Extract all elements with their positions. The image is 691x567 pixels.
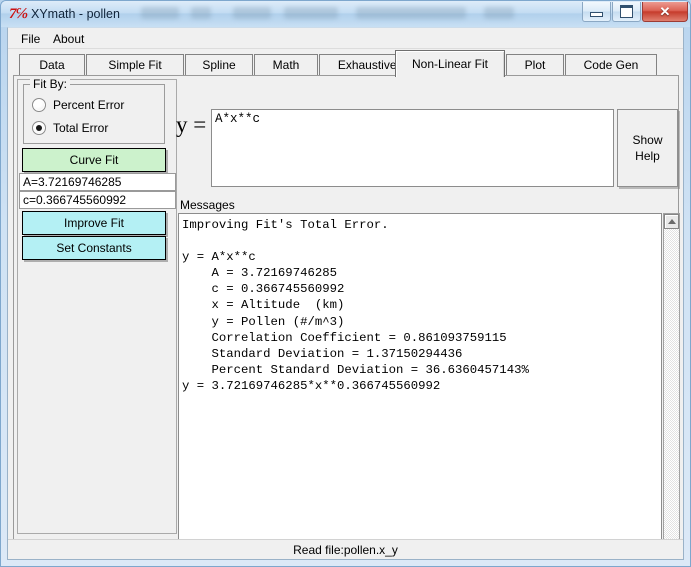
messages-text: Improving Fit's Total Error. y = A*x**c … [179,214,661,394]
maximize-button[interactable] [612,2,641,22]
xymath-percent-icon: 7℅ [9,5,27,23]
show-help-line1: Show [632,132,662,148]
window-controls: ✕ [582,2,688,22]
glass-ghost-3 [233,7,271,19]
minimize-icon [583,2,610,21]
status-bar-text: Read file:pollen.x_y [293,543,398,557]
radio-percent-error-indicator [32,98,46,112]
glass-ghost-2 [191,7,211,19]
glass-ghost-1 [141,7,179,19]
left-control-panel: Fit By: Percent Error Total Error Curve … [17,79,177,534]
title-bar[interactable]: 7℅ XYmath - pollen ✕ [1,1,690,27]
close-button[interactable]: ✕ [642,2,688,22]
tab-data[interactable]: Data [19,54,85,76]
radio-percent-error-label: Percent Error [53,98,124,112]
scroll-up-icon[interactable] [664,214,679,229]
fit-by-group: Fit By: Percent Error Total Error [23,84,165,144]
radio-total-error[interactable]: Total Error [32,121,108,135]
application-window: 7℅ XYmath - pollen ✕ File About Data Sim… [0,0,691,567]
radio-percent-error[interactable]: Percent Error [32,98,124,112]
equation-input[interactable]: A*x**c [211,109,614,187]
tab-spline[interactable]: Spline [185,54,253,76]
fit-by-legend: Fit By: [30,77,70,91]
messages-textarea[interactable]: Improving Fit's Total Error. y = A*x**c … [178,213,662,558]
glass-ghost-4 [284,7,338,19]
messages-label: Messages [180,198,235,212]
show-help-button[interactable]: Show Help [617,109,678,187]
status-bar: Read file:pollen.x_y [8,539,683,559]
equation-label: y = [176,112,206,138]
maximize-icon [613,2,640,21]
minimize-button[interactable] [582,2,611,22]
tab-strip: Data Simple Fit Spline Math Exhaustive F… [13,50,679,76]
window-title: XYmath - pollen [31,5,120,23]
improve-fit-button[interactable]: Improve Fit [22,211,166,235]
messages-scrollbar[interactable] [663,213,680,558]
tab-simple-fit[interactable]: Simple Fit [86,54,184,76]
glass-ghost-6 [484,7,514,19]
client-area: File About Data Simple Fit Spline Math E… [7,27,684,560]
show-help-line2: Help [635,148,660,164]
tab-plot[interactable]: Plot [506,54,564,76]
menu-item-about[interactable]: About [48,31,89,47]
radio-total-error-indicator [32,121,46,135]
close-icon: ✕ [643,2,687,21]
tab-math[interactable]: Math [254,54,318,76]
glass-ghost-5 [356,7,466,19]
set-constants-button[interactable]: Set Constants [22,236,166,260]
curve-fit-button[interactable]: Curve Fit [22,148,166,172]
menu-item-file[interactable]: File [16,31,45,47]
radio-total-error-label: Total Error [53,121,108,135]
constant-a-input[interactable]: A=3.72169746285 [19,173,176,191]
tab-code-gen[interactable]: Code Gen [565,54,657,76]
constant-c-input[interactable]: c=0.366745560992 [19,191,176,209]
tab-non-linear-fit[interactable]: Non-Linear Fit [395,50,505,77]
menu-bar: File About [8,28,683,49]
